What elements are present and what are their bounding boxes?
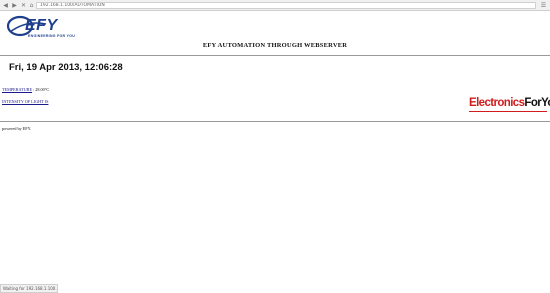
powered-by-text: powered by EFY. xyxy=(2,126,32,131)
efy-logo: EFY ENGINEERING FOR YOU xyxy=(6,14,82,40)
forward-icon[interactable]: ▶ xyxy=(11,2,18,9)
close-icon[interactable]: ✕ xyxy=(20,2,27,9)
back-icon[interactable]: ◀ xyxy=(2,2,9,9)
logo-text: EFY xyxy=(25,17,58,34)
intensity-row: INTENSITY OF LIGHT IS xyxy=(2,99,48,104)
intensity-link[interactable]: INTENSITY OF LIGHT IS xyxy=(2,99,48,104)
brand-text-electronics: Electronics xyxy=(469,97,525,109)
browser-toolbar: ◀ ▶ ✕ ⌂ 192.168.1.100/AUTOMATION ☰ xyxy=(0,0,550,11)
browser-status-bar: Waiting for 192.168.1.100... xyxy=(0,284,58,293)
page-title: EFY AUTOMATION THROUGH WEBSERVER xyxy=(202,42,348,49)
brand-underline xyxy=(469,111,547,112)
datetime-display: Fri, 19 Apr 2013, 12:06:28 xyxy=(9,62,123,73)
home-icon[interactable]: ⌂ xyxy=(28,2,35,9)
address-bar[interactable]: 192.168.1.100/AUTOMATION xyxy=(36,2,536,9)
logo-tagline: ENGINEERING FOR YOU xyxy=(28,34,76,38)
menu-icon[interactable]: ☰ xyxy=(540,2,547,9)
divider-bottom xyxy=(0,121,550,122)
brand-text-foryou: ForYou xyxy=(524,97,550,109)
electronics-for-you-logo: ElectronicsForYou xyxy=(469,97,550,115)
temperature-value: : 28.00°C xyxy=(33,87,50,92)
divider-top xyxy=(0,55,550,56)
temperature-link[interactable]: TEMPERATURE xyxy=(2,87,32,92)
temperature-row: TEMPERATURE : 28.00°C xyxy=(2,87,49,92)
